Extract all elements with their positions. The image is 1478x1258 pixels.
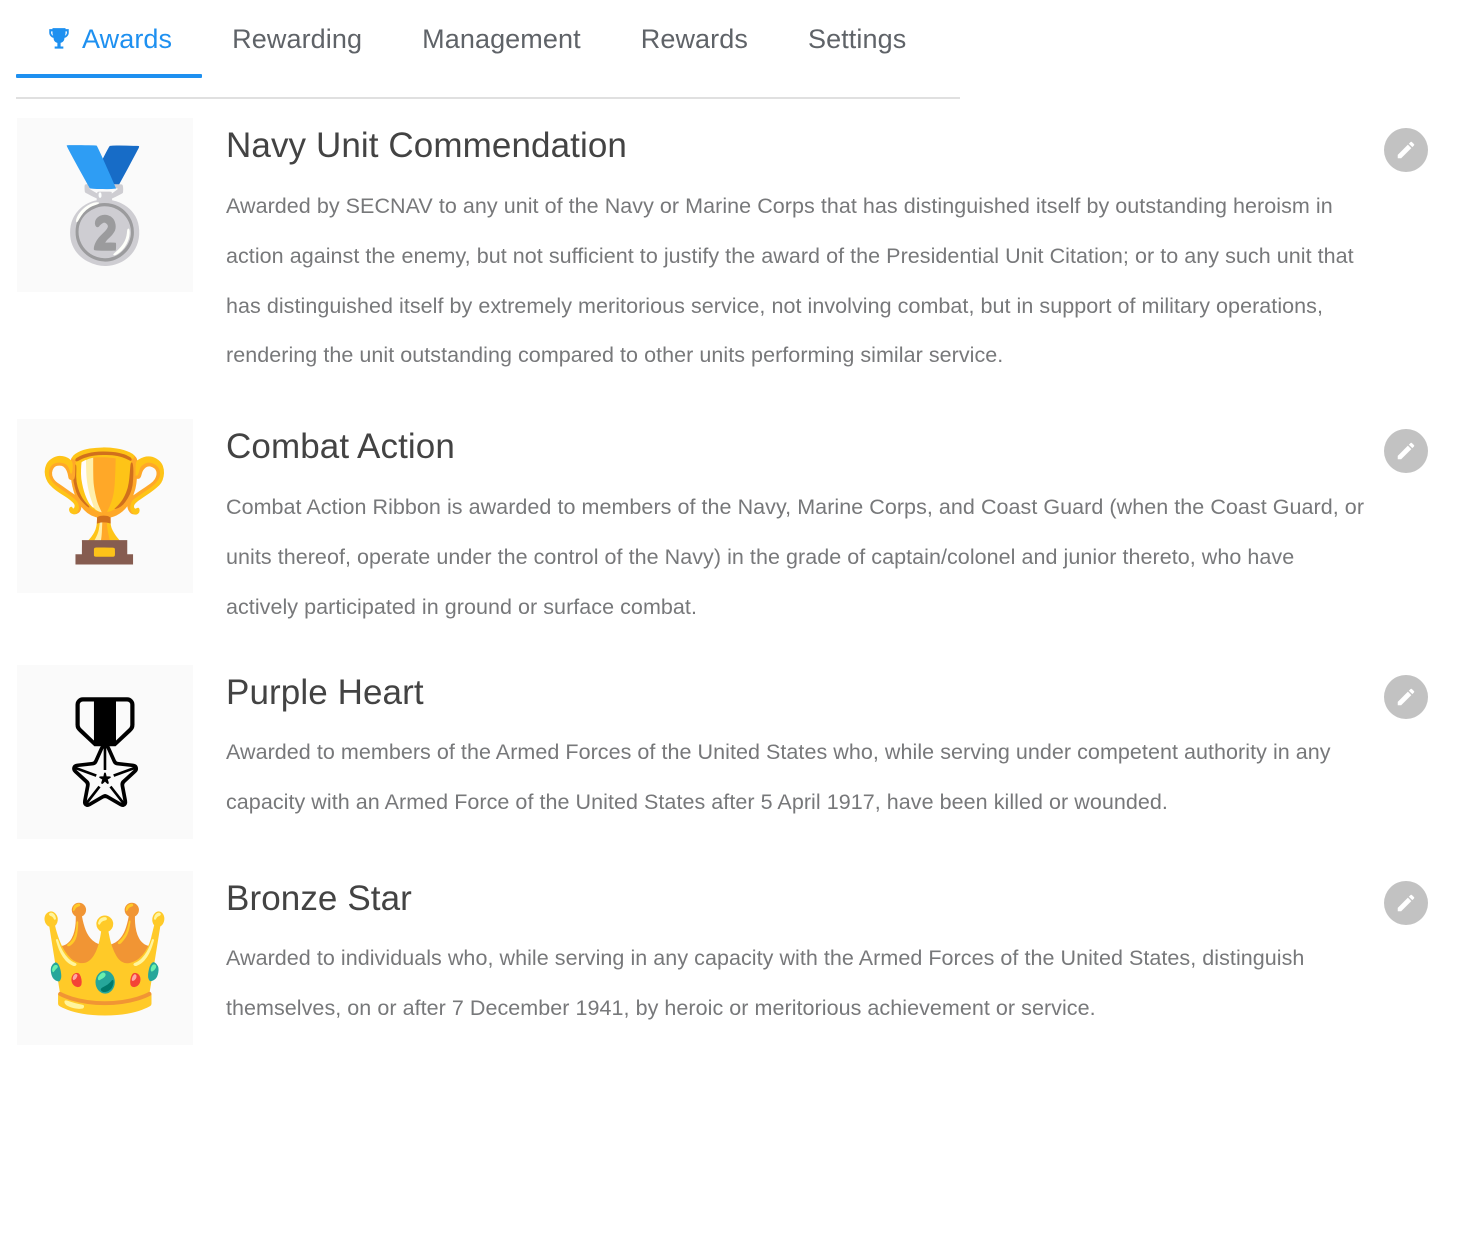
award-thumbnail: 🏆 bbox=[17, 419, 193, 594]
award-content: Bronze Star Awarded to individuals who, … bbox=[193, 861, 1478, 1035]
award-thumbnail: 🥈 bbox=[17, 118, 193, 292]
award-content: Combat Action Combat Action Ribbon is aw… bbox=[193, 409, 1478, 632]
award-row: 🥈 Navy Unit Commendation Awarded by SECN… bbox=[0, 108, 1478, 381]
award-description: Awarded to individuals who, while servin… bbox=[226, 946, 1305, 1021]
tab-rewards[interactable]: Rewards bbox=[611, 0, 778, 77]
tab-bar: Awards Rewarding Management Rewards Sett… bbox=[0, 0, 1478, 108]
trophy-icon bbox=[46, 27, 72, 53]
tab-label: Rewards bbox=[640, 24, 748, 54]
tab-bar-divider bbox=[16, 97, 960, 99]
award-description: Combat Action Ribbon is awarded to membe… bbox=[226, 495, 1365, 619]
edit-award-button[interactable] bbox=[1384, 128, 1428, 172]
gold-trophy-laurel-icon: 🏆 bbox=[37, 445, 173, 567]
pencil-icon bbox=[1397, 688, 1415, 705]
tab-label: Settings bbox=[807, 24, 907, 54]
tab-rewarding[interactable]: Rewarding bbox=[202, 0, 392, 77]
edit-award-button[interactable] bbox=[1384, 429, 1428, 474]
tab-settings[interactable]: Settings bbox=[778, 0, 936, 77]
tab-awards[interactable]: Awards bbox=[16, 0, 203, 78]
crown-icon: 👑 bbox=[37, 896, 173, 1018]
award-content: Navy Unit Commendation Awarded by SECNAV… bbox=[193, 108, 1478, 381]
tab-active-indicator bbox=[16, 74, 203, 78]
award-title: Combat Action bbox=[226, 427, 455, 467]
pencil-icon bbox=[1397, 442, 1415, 460]
award-content: Purple Heart Awarded to members of the A… bbox=[193, 655, 1478, 829]
award-row: 🎖 Purple Heart Awarded to members of the… bbox=[0, 655, 1478, 839]
edit-award-button[interactable] bbox=[1384, 880, 1428, 925]
tab-management[interactable]: Management bbox=[392, 0, 611, 77]
rosette-ribbon-icon: 🎖 bbox=[36, 690, 174, 812]
tab-list: Awards Rewarding Management Rewards Sett… bbox=[16, 0, 936, 78]
award-title: Bronze Star bbox=[226, 878, 412, 918]
award-description: Awarded to members of the Armed Forces o… bbox=[226, 740, 1331, 815]
award-row: 👑 Bronze Star Awarded to individuals who… bbox=[0, 861, 1478, 1045]
tab-label: Management bbox=[422, 24, 581, 54]
awards-list: 🥈 Navy Unit Commendation Awarded by SECN… bbox=[0, 108, 1478, 1045]
pencil-icon bbox=[1397, 894, 1415, 911]
pencil-icon bbox=[1397, 141, 1415, 159]
award-row: 🏆 Combat Action Combat Action Ribbon is … bbox=[0, 409, 1478, 632]
tab-label: Rewarding bbox=[232, 24, 363, 54]
tab-label: Awards bbox=[82, 24, 173, 54]
award-thumbnail: 🎖 bbox=[17, 664, 193, 839]
award-title: Purple Heart bbox=[226, 672, 424, 712]
award-title: Navy Unit Commendation bbox=[226, 126, 627, 165]
edit-award-button[interactable] bbox=[1384, 674, 1428, 719]
award-description: Awarded by SECNAV to any unit of the Nav… bbox=[226, 193, 1354, 368]
award-thumbnail: 👑 bbox=[17, 870, 193, 1045]
silver-medal-icon: 🥈 bbox=[37, 144, 173, 265]
